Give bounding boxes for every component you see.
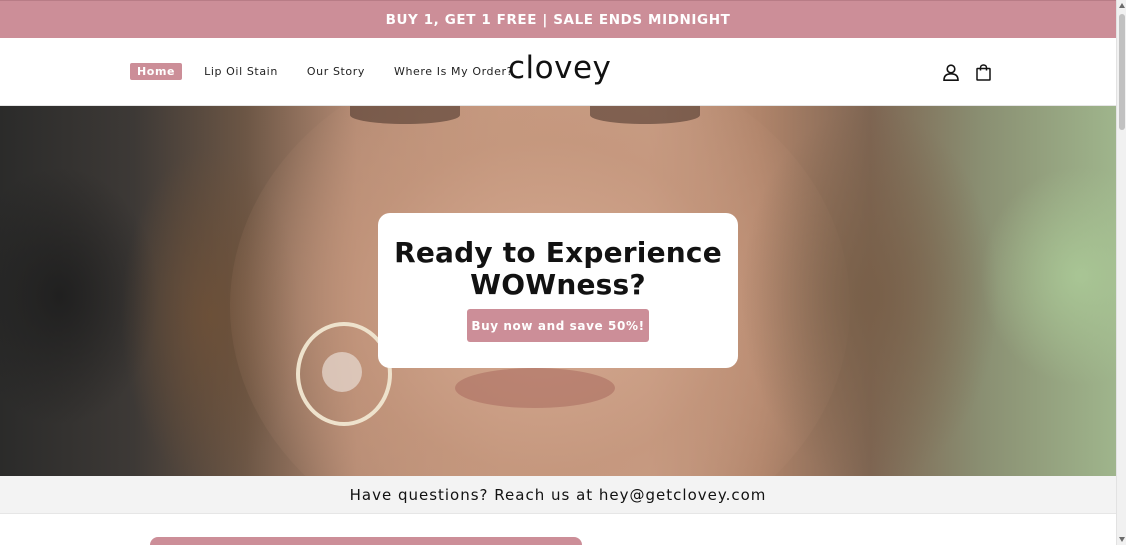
hero-card: Ready to Experience WOWness? Buy now and… bbox=[378, 213, 738, 368]
announcement-text: BUY 1, GET 1 FREE | SALE ENDS MIDNIGHT bbox=[385, 11, 731, 28]
buy-now-button[interactable]: Buy now and save 50%! bbox=[467, 309, 649, 342]
nav-item-our-story[interactable]: Our Story bbox=[300, 63, 372, 80]
hero-banner: Ready to Experience WOWness? Buy now and… bbox=[0, 106, 1116, 476]
nav-item-where-is-my-order[interactable]: Where Is My Order? bbox=[387, 63, 520, 80]
site-header: Home Lip Oil Stain Our Story Where Is My… bbox=[0, 38, 1116, 106]
nav-item-home[interactable]: Home bbox=[130, 63, 183, 80]
account-icon[interactable] bbox=[941, 62, 961, 82]
scroll-up-arrow-icon[interactable] bbox=[1119, 3, 1125, 8]
nav-item-lip-oil-stain[interactable]: Lip Oil Stain bbox=[197, 63, 285, 80]
hero-title-line-1: Ready to Experience bbox=[394, 236, 722, 269]
main-nav: Home Lip Oil Stain Our Story Where Is My… bbox=[130, 63, 535, 80]
hero-title-line-2: WOWness? bbox=[470, 268, 646, 301]
product-image-edge bbox=[150, 537, 582, 545]
site-logo[interactable]: clovey bbox=[508, 50, 611, 86]
cart-icon[interactable] bbox=[973, 62, 993, 82]
scroll-down-arrow-icon[interactable] bbox=[1119, 537, 1125, 542]
contact-text: Have questions? Reach us at hey@getclove… bbox=[349, 485, 767, 504]
contact-bar: Have questions? Reach us at hey@getclove… bbox=[0, 476, 1116, 514]
page-scrollbar[interactable] bbox=[1116, 0, 1126, 545]
section-heading-clipped bbox=[664, 538, 874, 545]
scrollbar-thumb[interactable] bbox=[1119, 14, 1125, 130]
header-icons bbox=[941, 62, 993, 82]
hero-title: Ready to Experience WOWness? bbox=[378, 237, 738, 301]
announcement-bar: BUY 1, GET 1 FREE | SALE ENDS MIDNIGHT bbox=[0, 0, 1116, 38]
